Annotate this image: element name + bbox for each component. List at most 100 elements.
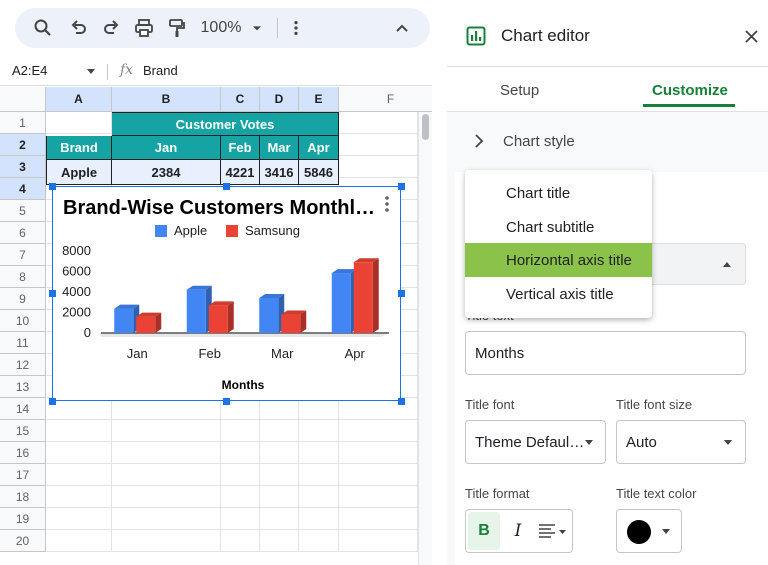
grid-cell[interactable] (339, 464, 418, 486)
grid-cell[interactable] (112, 508, 221, 530)
grid-cell[interactable] (260, 420, 299, 442)
grid-cell[interactable] (339, 442, 418, 464)
collapse-toolbar-icon[interactable] (391, 8, 413, 48)
header-cell[interactable]: Mar (260, 136, 299, 160)
grid-cell[interactable] (221, 464, 260, 486)
row-header[interactable]: 16 (0, 442, 46, 464)
close-icon[interactable] (745, 30, 758, 43)
title-font-size-select[interactable]: Auto (616, 420, 746, 464)
row-header[interactable]: 13 (0, 376, 46, 398)
chart-title[interactable]: Brand-Wise Customers Monthl… (63, 197, 375, 219)
data-cell[interactable]: Apple (46, 160, 112, 185)
name-box-dropdown-icon[interactable] (86, 68, 96, 76)
grid-cell[interactable] (260, 486, 299, 508)
bar[interactable] (208, 305, 228, 333)
embedded-chart[interactable]: Brand-Wise Customers Monthl… Apple Samsun… (52, 186, 401, 401)
menu-item-chart-subtitle[interactable]: Chart subtitle (465, 210, 652, 244)
grid-cell[interactable] (339, 508, 418, 530)
zoom-select[interactable]: 100% (197, 8, 245, 48)
title-font-select[interactable]: Theme Defaul… (465, 420, 606, 464)
grid-cell[interactable] (260, 530, 299, 552)
grid-cell[interactable] (339, 112, 418, 134)
data-cell[interactable]: 5846 (299, 160, 339, 185)
grid-cell[interactable] (221, 530, 260, 552)
align-icon[interactable] (538, 523, 568, 539)
grid-cell[interactable] (339, 530, 418, 552)
grid-cell[interactable] (339, 420, 418, 442)
grid-cell[interactable] (112, 420, 221, 442)
grid-cell[interactable] (299, 420, 339, 442)
bar[interactable] (281, 314, 301, 333)
row-header[interactable]: 10 (0, 310, 46, 332)
grid-cell[interactable] (260, 464, 299, 486)
grid-cell[interactable] (299, 486, 339, 508)
chart-menu-icon[interactable] (385, 196, 389, 212)
bar[interactable] (114, 308, 134, 333)
grid-cell[interactable] (339, 486, 418, 508)
grid-cell[interactable] (260, 442, 299, 464)
row-header[interactable]: 7 (0, 244, 46, 266)
grid-cell[interactable] (260, 508, 299, 530)
grid-cell[interactable] (46, 486, 112, 508)
data-cell[interactable]: 4221 (221, 160, 260, 185)
grid-cell[interactable] (112, 442, 221, 464)
bold-button[interactable]: B (468, 512, 500, 550)
print-icon[interactable] (132, 8, 156, 48)
row-header[interactable]: 19 (0, 508, 46, 530)
grid-cell[interactable] (221, 508, 260, 530)
scrollbar-thumb[interactable] (422, 114, 429, 140)
grid-cell[interactable] (221, 486, 260, 508)
grid-cell[interactable] (46, 508, 112, 530)
row-header[interactable]: 18 (0, 486, 46, 508)
italic-button[interactable]: I (504, 512, 532, 550)
row-header[interactable]: 9 (0, 288, 46, 310)
title-text-color-button[interactable] (616, 509, 682, 553)
row-header[interactable]: 20 (0, 530, 46, 552)
grid-cell[interactable] (112, 530, 221, 552)
header-cell[interactable]: Brand (46, 136, 112, 160)
tab-customize[interactable]: Customize (652, 82, 728, 99)
bar[interactable] (136, 316, 156, 333)
vertical-scrollbar[interactable] (418, 112, 432, 565)
select-all-corner[interactable] (0, 87, 46, 112)
resize-handle[interactable] (223, 183, 230, 190)
undo-icon[interactable] (67, 8, 91, 48)
bar[interactable] (353, 262, 373, 333)
resize-handle[interactable] (49, 290, 56, 297)
grid-cell[interactable] (339, 134, 418, 156)
grid-cell[interactable] (299, 530, 339, 552)
resize-handle[interactable] (398, 183, 405, 190)
column-header[interactable]: B (112, 87, 221, 112)
grid-cell[interactable] (339, 156, 418, 178)
grid-cell[interactable] (221, 442, 260, 464)
search-icon[interactable] (31, 8, 55, 48)
menu-item-chart-title[interactable]: Chart title (465, 176, 652, 210)
column-header[interactable]: F (339, 87, 432, 112)
row-header[interactable]: 11 (0, 332, 46, 354)
tab-setup[interactable]: Setup (500, 82, 539, 99)
resize-handle[interactable] (49, 398, 56, 405)
row-header[interactable]: 4 (0, 178, 46, 200)
row-header[interactable]: 6 (0, 222, 46, 244)
grid-cell[interactable] (112, 486, 221, 508)
row-header[interactable]: 15 (0, 420, 46, 442)
row-header[interactable]: 17 (0, 464, 46, 486)
bar[interactable] (186, 289, 206, 333)
row-header[interactable]: 12 (0, 354, 46, 376)
title-text-input[interactable]: Months (465, 331, 746, 375)
row-header[interactable]: 8 (0, 266, 46, 288)
bar[interactable] (259, 297, 279, 333)
header-cell[interactable]: Apr (299, 136, 339, 160)
row-header[interactable]: 2 (0, 134, 46, 156)
column-header[interactable]: A (46, 87, 112, 112)
row-header[interactable]: 14 (0, 398, 46, 420)
grid-cell[interactable] (221, 420, 260, 442)
merged-title-cell[interactable]: Customer Votes (112, 112, 339, 136)
header-cell[interactable]: Feb (221, 136, 260, 160)
resize-handle[interactable] (49, 183, 56, 190)
resize-handle[interactable] (398, 398, 405, 405)
row-header[interactable]: 3 (0, 156, 46, 178)
grid-cell[interactable] (46, 464, 112, 486)
grid-cell[interactable] (46, 420, 112, 442)
data-cell[interactable]: 3416 (260, 160, 299, 185)
